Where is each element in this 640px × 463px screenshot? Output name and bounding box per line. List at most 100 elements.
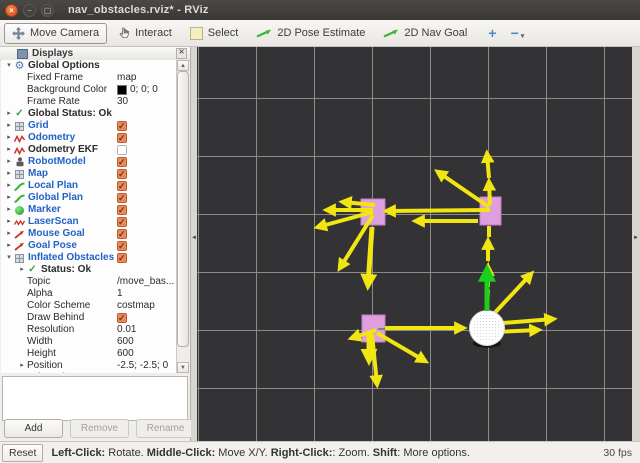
display-row[interactable]: Height600 xyxy=(1,348,177,360)
checkbox[interactable] xyxy=(117,229,127,239)
checkbox[interactable] xyxy=(117,193,127,203)
checkbox[interactable] xyxy=(117,157,127,167)
collapse-icon[interactable]: ▾ xyxy=(4,60,14,72)
display-row[interactable]: ▸Mouse Goal xyxy=(1,228,177,240)
maximize-window-button[interactable]: ▢ xyxy=(41,4,54,17)
value-text[interactable]: /move_bas... xyxy=(117,276,174,288)
display-row[interactable]: Frame Rate30 xyxy=(1,96,177,108)
add-display-button[interactable]: Add xyxy=(4,419,63,438)
display-row[interactable]: Color Schemecostmap xyxy=(1,300,177,312)
checkbox[interactable] xyxy=(117,241,127,251)
checkbox[interactable] xyxy=(117,169,127,179)
display-row[interactable]: ▸Global Plan xyxy=(1,192,177,204)
display-row[interactable]: ▸Marker xyxy=(1,204,177,216)
value-text[interactable]: 0.01 xyxy=(117,324,136,336)
checkbox[interactable] xyxy=(117,313,127,323)
minimize-window-button[interactable]: – xyxy=(23,4,36,17)
value-text[interactable]: 30 xyxy=(117,96,128,108)
row-value: 600 xyxy=(117,336,134,348)
expand-icon[interactable]: ▸ xyxy=(4,204,14,216)
select-tool-button[interactable]: Select xyxy=(183,24,246,43)
goal-icon xyxy=(14,241,25,251)
pose-estimate-tool-button[interactable]: 2D Pose Estimate xyxy=(249,24,372,42)
display-row[interactable]: Width600 xyxy=(1,336,177,348)
row-label: Global Status: Ok xyxy=(28,108,112,120)
chevron-down-icon: ▾ xyxy=(521,33,525,40)
checkbox[interactable] xyxy=(117,145,127,155)
right-splitter-handle[interactable]: ► xyxy=(632,47,640,441)
add-tool-button[interactable]: + xyxy=(488,25,496,41)
display-row[interactable]: Topic/move_bas... xyxy=(1,276,177,288)
render-viewport[interactable] xyxy=(197,47,632,441)
expand-icon[interactable]: ▸ xyxy=(4,120,14,132)
expand-icon[interactable]: ▸ xyxy=(4,240,14,252)
collapse-icon[interactable]: ▾ xyxy=(4,252,14,264)
display-row[interactable]: ▸ Odometry EKF xyxy=(1,144,177,156)
display-row[interactable]: ▸Position-2.5; -2.5; 0 xyxy=(1,360,177,372)
color-swatch[interactable] xyxy=(117,85,127,95)
expand-icon[interactable]: ▸ xyxy=(4,180,14,192)
scrollbar-thumb[interactable] xyxy=(177,71,189,347)
value-text[interactable]: costmap xyxy=(117,300,155,312)
display-row[interactable]: ▸Goal Pose xyxy=(1,240,177,252)
interact-tool-button[interactable]: Interact xyxy=(111,24,179,42)
expand-icon[interactable]: ▸ xyxy=(17,264,27,276)
scroll-down-icon[interactable]: ▼ xyxy=(177,362,189,373)
checkbox[interactable] xyxy=(117,217,127,227)
checkbox[interactable] xyxy=(117,253,127,263)
close-window-button[interactable]: × xyxy=(5,4,18,17)
value-text[interactable]: -2.5; -2.5; 0 xyxy=(117,360,168,372)
checkbox[interactable] xyxy=(117,205,127,215)
display-row[interactable]: Background Color0; 0; 0 xyxy=(1,84,177,96)
display-row[interactable]: ▸LaserScan xyxy=(1,216,177,228)
display-row[interactable]: ▾⚙Global Options xyxy=(1,60,177,72)
checkbox[interactable] xyxy=(117,121,127,131)
remove-tool-button[interactable]: −▾ xyxy=(511,25,525,41)
display-row[interactable]: ▸✓Global Status: Ok xyxy=(1,108,177,120)
expand-icon[interactable]: ▸ xyxy=(4,132,14,144)
remove-display-button: Remove xyxy=(70,419,129,438)
display-row[interactable]: ▸✓Status: Ok xyxy=(1,264,177,276)
row-label: Odometry EKF xyxy=(28,144,98,156)
display-row[interactable]: ▸Grid xyxy=(1,120,177,132)
display-row[interactable]: Alpha1 xyxy=(1,288,177,300)
value-text[interactable]: 600 xyxy=(117,336,134,348)
expand-icon[interactable]: ▸ xyxy=(4,144,14,156)
scroll-up-icon[interactable]: ▲ xyxy=(177,60,189,71)
expand-icon[interactable]: ▸ xyxy=(4,108,14,120)
collapse-right-icon[interactable]: ► xyxy=(632,235,640,241)
reset-button[interactable]: Reset xyxy=(2,444,43,462)
expand-icon[interactable]: ▸ xyxy=(17,360,27,372)
value-text[interactable]: 0; 0; 0 xyxy=(130,84,158,96)
display-row[interactable]: Resolution 0.01 xyxy=(1,324,177,336)
display-row[interactable]: Draw Behind xyxy=(1,312,177,324)
expand-icon[interactable]: ▸ xyxy=(4,228,14,240)
close-panel-icon[interactable]: ✕ xyxy=(176,48,187,59)
display-row[interactable]: ▾Inflated Obstacles xyxy=(1,252,177,264)
row-label: Local Plan xyxy=(28,180,78,192)
display-row[interactable]: ▸ Local Plan xyxy=(1,180,177,192)
expand-icon[interactable]: ▸ xyxy=(4,192,14,204)
expand-icon[interactable]: ▸ xyxy=(4,216,14,228)
expand-icon[interactable]: ▸ xyxy=(4,156,14,168)
value-text[interactable]: 1 xyxy=(117,288,123,300)
nav-goal-tool-button[interactable]: 2D Nav Goal xyxy=(376,24,474,42)
display-row[interactable]: ▸Map xyxy=(1,168,177,180)
row-label: Draw Behind xyxy=(27,312,84,324)
display-row[interactable]: Fixed Framemap xyxy=(1,72,177,84)
row-value: 0.01 xyxy=(117,324,136,336)
value-text[interactable]: 600 xyxy=(117,348,134,360)
row-label: Resolution xyxy=(27,324,74,336)
checkbox[interactable] xyxy=(117,133,127,143)
display-row[interactable]: ▸RobotModel xyxy=(1,156,177,168)
display-row[interactable]: ▸Odometry xyxy=(1,132,177,144)
display-row[interactable]: Orientation0; 0; 0; 1 xyxy=(1,372,177,373)
value-text[interactable]: 0; 0; 0; 1 xyxy=(117,372,156,373)
move-camera-tool-button[interactable]: Move Camera xyxy=(4,23,107,44)
odometry-icon xyxy=(14,145,25,155)
tree-scrollbar[interactable]: ▲ ▼ xyxy=(176,60,189,373)
value-text[interactable]: map xyxy=(117,72,136,84)
fps-counter: 30 fps xyxy=(603,447,632,459)
expand-icon[interactable]: ▸ xyxy=(4,168,14,180)
checkbox[interactable] xyxy=(117,181,127,191)
